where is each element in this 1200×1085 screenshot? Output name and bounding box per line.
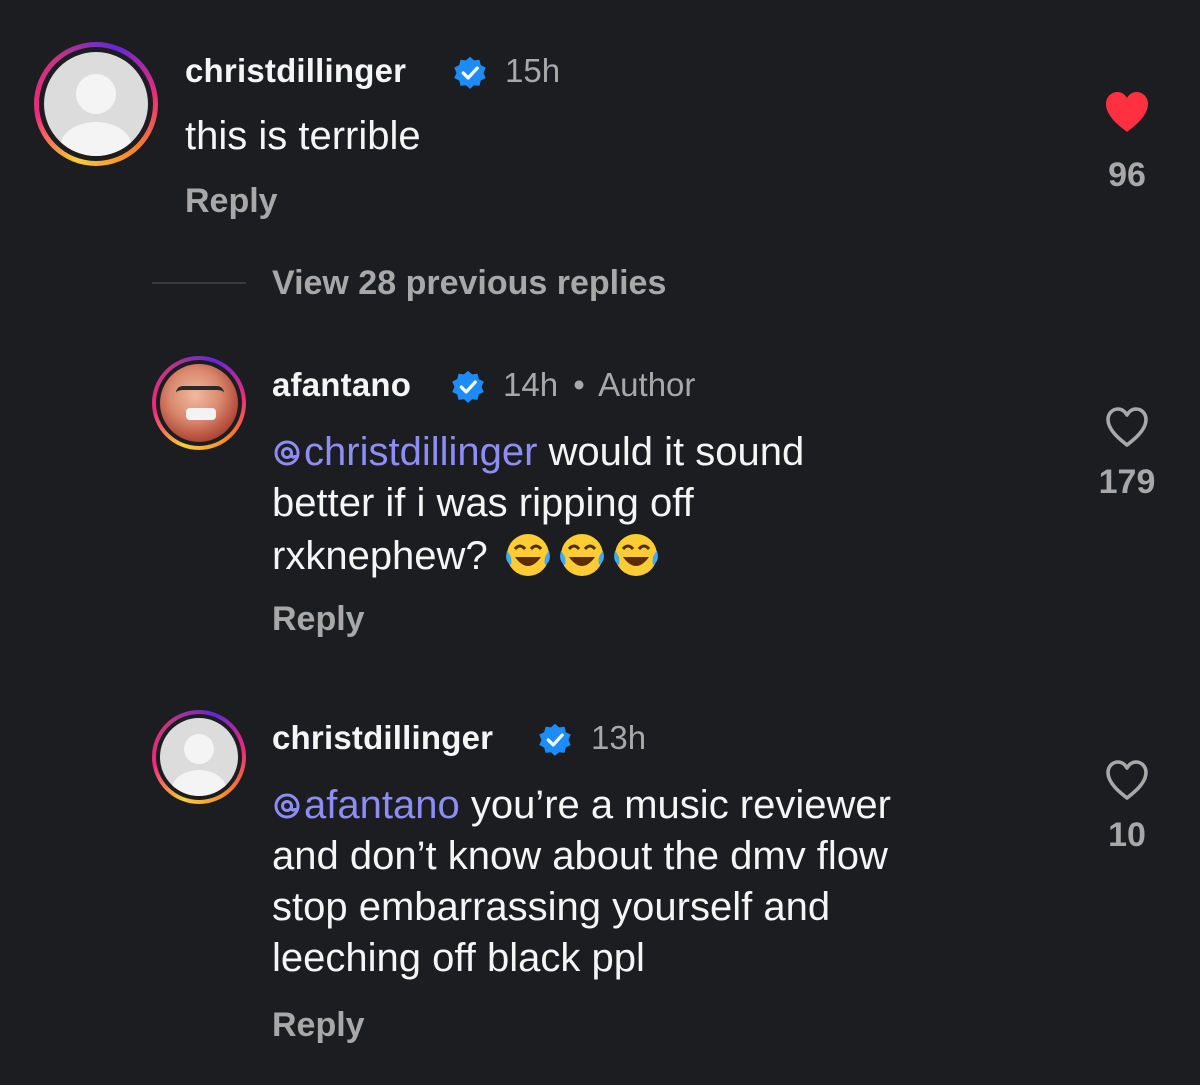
author-tag: Author — [598, 366, 696, 403]
laughing-emoji-icon — [559, 534, 604, 576]
reply-button[interactable]: Reply — [185, 182, 278, 221]
mention-link[interactable]: christdillinger — [272, 430, 537, 474]
threads-mention-icon — [274, 793, 300, 819]
like-count: 10 — [1108, 816, 1146, 854]
divider-line — [152, 282, 246, 284]
heart-outline-icon — [1106, 407, 1148, 447]
timestamp: 14h • Author — [503, 366, 695, 404]
username[interactable]: christdillinger — [185, 52, 406, 90]
mention-link[interactable]: afantano — [272, 783, 460, 827]
like-count: 96 — [1108, 156, 1146, 194]
threads-mention-icon — [274, 440, 300, 466]
comment-text: afantano you’re a music reviewer and don… — [272, 783, 891, 980]
time: 14h — [503, 366, 559, 403]
avatar[interactable] — [34, 42, 158, 166]
heart-outline-icon — [1106, 760, 1148, 800]
like-button[interactable]: 96 — [1082, 90, 1172, 195]
avatar[interactable] — [152, 710, 246, 804]
laughing-emoji-icon — [505, 534, 550, 576]
laughing-emoji-icon — [613, 534, 658, 576]
view-previous-replies-button[interactable]: View 28 previous replies — [272, 264, 666, 303]
comment-text: this is terrible — [185, 114, 421, 158]
verified-badge-icon — [539, 723, 571, 756]
verified-badge-icon — [454, 56, 486, 89]
reply-button[interactable]: Reply — [272, 1006, 365, 1045]
username[interactable]: afantano — [272, 366, 411, 404]
heart-filled-icon — [1106, 92, 1148, 132]
username[interactable]: christdillinger — [272, 719, 493, 757]
like-count: 179 — [1098, 463, 1156, 501]
comment-text: christdillinger would it sound better if… — [272, 430, 805, 578]
like-button[interactable]: 10 — [1082, 758, 1172, 855]
timestamp: 13h — [591, 719, 647, 756]
timestamp: 15h — [505, 52, 561, 89]
verified-badge-icon — [452, 370, 484, 403]
separator: • — [573, 366, 585, 403]
reply-button[interactable]: Reply — [272, 600, 365, 639]
like-button[interactable]: 179 — [1082, 405, 1172, 502]
avatar[interactable] — [152, 356, 246, 450]
